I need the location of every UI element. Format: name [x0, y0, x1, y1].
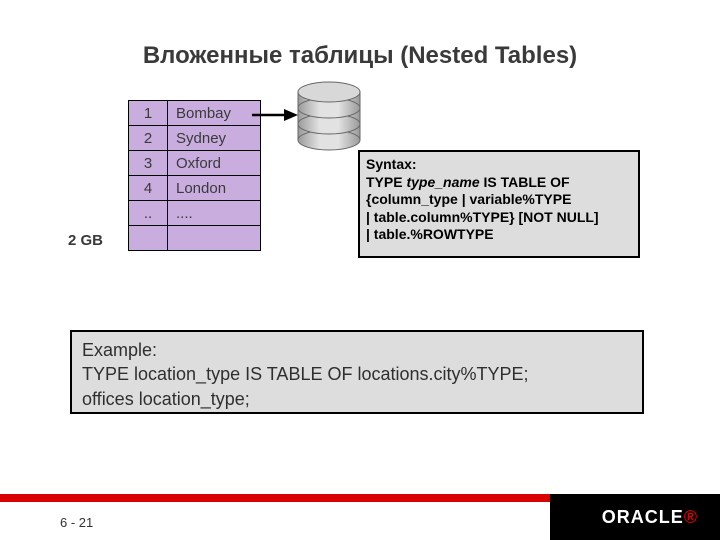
syntax-text: | table.%ROWTYPE	[366, 226, 632, 244]
row-value: Oxford	[168, 151, 261, 176]
database-icon	[294, 80, 364, 152]
page-title: Вложенные таблицы (Nested Tables)	[0, 42, 720, 70]
page-number: 6 - 21	[60, 515, 93, 530]
row-index: 3	[129, 151, 168, 176]
table-row: 2Sydney	[129, 126, 261, 151]
nested-table: 1Bombay 2Sydney 3Oxford 4London ......	[128, 100, 261, 251]
table-row: 1Bombay	[129, 101, 261, 126]
syntax-text: {column_type | variable%TYPE	[366, 191, 632, 209]
table-row: 4London	[129, 176, 261, 201]
table-row: ......	[129, 201, 261, 226]
row-value: London	[168, 176, 261, 201]
row-index	[129, 226, 168, 251]
example-line2: offices location_type;	[82, 387, 632, 411]
table-row	[129, 226, 261, 251]
oracle-logo: ORACLE®	[602, 507, 698, 528]
example-label: Example:	[82, 338, 632, 362]
example-box: Example: TYPE location_type IS TABLE OF …	[70, 330, 644, 414]
syntax-text: IS TABLE OF	[480, 174, 570, 190]
row-index: 1	[129, 101, 168, 126]
syntax-text: | table.column%TYPE} [NOT NULL]	[366, 209, 632, 227]
row-value: ....	[168, 201, 261, 226]
arrow-icon	[252, 108, 298, 122]
size-label: 2 GB	[68, 232, 103, 249]
table-row: 3Oxford	[129, 151, 261, 176]
syntax-label: Syntax:	[366, 156, 417, 172]
syntax-text: TYPE	[366, 174, 406, 190]
row-value: Bombay	[168, 101, 261, 126]
row-value	[168, 226, 261, 251]
syntax-typename: type_name	[406, 174, 479, 190]
example-line1: TYPE location_type IS TABLE OF locations…	[82, 362, 632, 386]
row-index: 4	[129, 176, 168, 201]
syntax-box: Syntax: TYPE type_name IS TABLE OF {colu…	[358, 150, 640, 258]
row-value: Sydney	[168, 126, 261, 151]
row-index: 2	[129, 126, 168, 151]
row-index: ..	[129, 201, 168, 226]
